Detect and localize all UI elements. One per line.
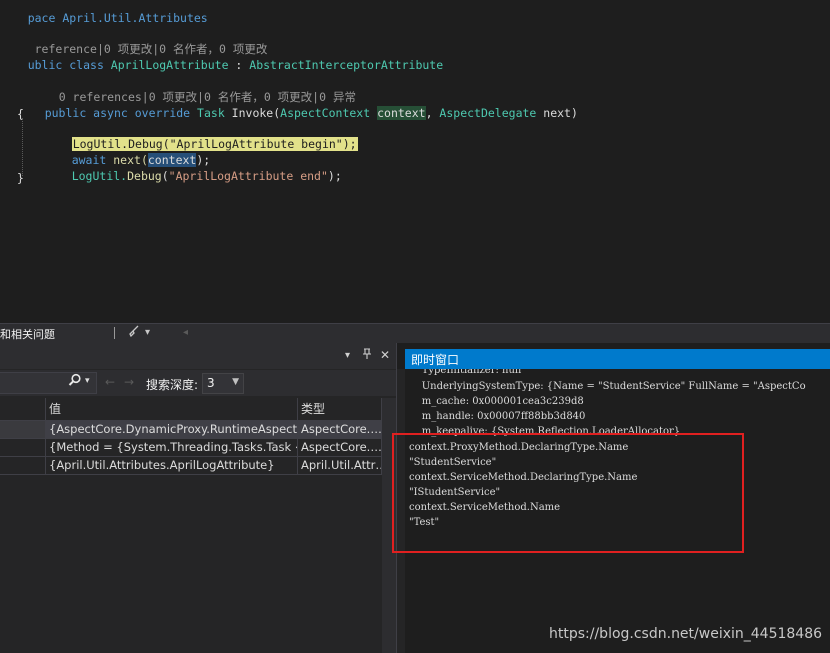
output-line-expression: context.ProxyMethod.DeclaringType.Name (409, 442, 629, 453)
indent-guide (22, 118, 23, 176)
related-issues-label: 和相关问题 (0, 328, 55, 341)
immediate-window-title-bar[interactable]: 即时窗口 (405, 349, 830, 369)
immediate-gutter (397, 369, 405, 653)
error-list-bar: 和相关问题 ▾ ◂ (0, 323, 830, 343)
scroll-left-icon[interactable]: ◂ (183, 327, 188, 338)
window-position-menu-icon[interactable]: ▾ (345, 350, 350, 361)
search-depth-select[interactable]: 3 ▼ (202, 373, 244, 394)
broom-icon[interactable] (128, 325, 140, 340)
watermark-url: https://blog.csdn.net/weixin_44518486 (549, 626, 823, 642)
search-input[interactable] (0, 372, 97, 394)
search-depth-label: 搜索深度: (146, 378, 199, 392)
chevron-down-icon: ▼ (232, 377, 239, 387)
search-icon[interactable] (68, 373, 82, 390)
output-line-expression: context.ServiceMethod.DeclaringType.Name (409, 472, 638, 483)
output-line: m_handle: 0x00007ff88bb3d840 (409, 411, 586, 422)
output-line: m_keepalive: {System.Reflection.LoaderAl… (409, 426, 681, 437)
search-options-chevron-icon[interactable]: ▾ (85, 376, 90, 386)
forward-arrow-icon[interactable]: → (124, 375, 134, 389)
pin-icon[interactable] (362, 348, 372, 363)
locals-window: ▾ ✕ ▾ ← → 搜索深度: 3 ▼ 值 类型 {AspectCore.Dyn… (0, 343, 396, 653)
toolbar-divider (114, 327, 115, 339)
output-line-result: "Test" (409, 517, 440, 528)
output-line-result: "IStudentService" (409, 487, 501, 498)
chevron-down-icon[interactable]: ▾ (145, 327, 150, 338)
output-line: UnderlyingSystemType: {Name = "StudentSe… (409, 381, 806, 392)
code-line-debug-end: LogUtil.Debug("AprilLogAttribute end"); (71, 169, 342, 183)
immediate-window-title: 即时窗口 (411, 353, 460, 367)
output-line-expression: context.ServiceMethod.Name (409, 502, 561, 513)
output-line: m_cache: 0x000001cea3c239d8 (409, 396, 584, 407)
column-header-name[interactable] (0, 398, 46, 420)
locals-table: 值 类型 {AspectCore.DynamicProxy.RuntimeAsp… (0, 398, 382, 475)
output-line: TypeInitializer: null (409, 369, 522, 376)
immediate-window-content[interactable]: TypeInitializer: null UnderlyingSystemTy… (397, 369, 830, 653)
close-icon[interactable]: ✕ (380, 348, 390, 362)
code-editor[interactable]: pace April.Util.Attributes reference|0 项… (0, 0, 830, 323)
locals-title-bar: ▾ ✕ (0, 343, 396, 369)
output-line-result: "StudentService" (409, 457, 497, 468)
back-arrow-icon[interactable]: ← (105, 375, 115, 389)
table-row[interactable]: {Method = {System.Threading.Tasks.Task <… (0, 439, 382, 457)
table-row[interactable]: {April.Util.Attributes.AprilLogAttribute… (0, 457, 382, 475)
column-header-type[interactable]: 类型 (298, 398, 382, 420)
column-header-value[interactable]: 值 (46, 398, 298, 420)
table-row[interactable]: {AspectCore.DynamicProxy.RuntimeAspectC…… (0, 421, 382, 439)
immediate-window[interactable]: 即时窗口 TypeInitializer: null UnderlyingSys… (397, 343, 830, 653)
locals-search-bar: ▾ ← → 搜索深度: 3 ▼ (0, 370, 396, 396)
table-header: 值 类型 (0, 398, 382, 421)
context-param-highlight: context (377, 106, 426, 120)
locals-scrollbar[interactable] (382, 398, 396, 653)
code-brace-close: } (17, 171, 24, 185)
